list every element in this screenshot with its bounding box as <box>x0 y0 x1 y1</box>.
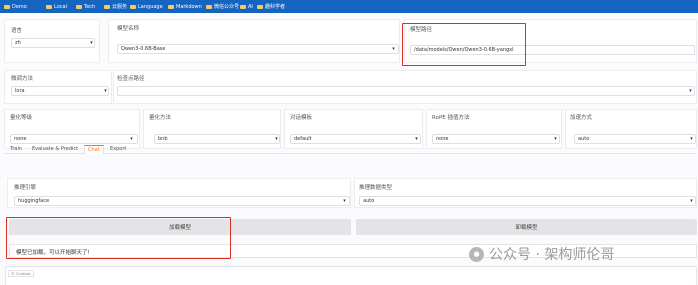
tab-bar: Train Evaluate & Predict Chat Export <box>4 145 696 154</box>
folder-icon <box>206 4 212 9</box>
checkpoint-block: 检查点路径 ▾ <box>113 70 697 104</box>
backend-label: 推理引擎 <box>14 185 37 191</box>
bookmark-cloud[interactable]: 云服务 <box>104 0 127 13</box>
tab-train[interactable]: Train <box>10 145 22 154</box>
language-block: 语言 zh ▾ <box>4 19 100 63</box>
checkpoint-select[interactable] <box>117 86 695 96</box>
bookmark-wechat[interactable]: 微信公众号 <box>206 0 239 13</box>
folder-icon <box>46 4 52 9</box>
chevron-down-icon: ▾ <box>689 87 692 94</box>
backend-value: huggingface <box>18 198 50 204</box>
bookmark-label: Tech <box>84 3 96 10</box>
chevron-down-icon: ▾ <box>690 197 693 204</box>
model-name-select[interactable]: Qwen3-0.6B-Base <box>117 44 399 54</box>
bookmark-tech[interactable]: Tech <box>76 0 95 13</box>
bookmark-science[interactable]: 趣科学者 <box>257 0 285 13</box>
tab-export[interactable]: Export <box>110 145 126 154</box>
language-select[interactable]: zh <box>11 38 95 48</box>
folder-icon <box>104 4 110 9</box>
chevron-down-icon: ▾ <box>690 135 693 142</box>
backend-block: 推理引擎 huggingface ▾ <box>7 178 351 208</box>
rope-block: RoPE 插值方法 none ▾ <box>426 109 562 149</box>
quant-bit-block: 量化等级 none ▾ <box>4 109 140 149</box>
bookmark-language[interactable]: Language <box>130 0 163 13</box>
bookmark-ai[interactable]: AI <box>240 0 253 13</box>
checkpoint-label: 检查点路径 <box>117 76 145 82</box>
template-label: 对话模板 <box>290 115 313 121</box>
bookmark-label: 趣科学者 <box>265 4 286 10</box>
quant-bit-value: none <box>14 136 27 142</box>
rope-value: none <box>436 136 449 142</box>
model-name-block: 模型名称 Qwen3-0.6B-Base ▾ <box>108 19 400 63</box>
dtype-value: auto <box>363 198 375 204</box>
bookmark-label: Local <box>54 3 67 10</box>
dtype-block: 推理数据类型 auto ▾ <box>354 178 697 208</box>
quant-method-value: bnb <box>158 136 168 142</box>
booster-value: auto <box>578 136 590 142</box>
bookmark-label: 微信公众号 <box>214 4 240 10</box>
chevron-down-icon: ▾ <box>275 135 278 142</box>
unload-model-button[interactable]: 卸载模型 <box>356 219 697 235</box>
chevron-down-icon: ▾ <box>104 87 107 94</box>
tab-evaluate-predict[interactable]: Evaluate & Predict <box>32 145 78 154</box>
watermark-text: 公众号 · 架构师伦哥 <box>489 247 615 263</box>
bookmark-label: AI <box>248 3 253 10</box>
quant-method-block: 量化方法 bnb ▾ <box>143 109 281 149</box>
watermark: ● 公众号 · 架构师伦哥 <box>469 245 614 263</box>
backend-select[interactable]: huggingface <box>14 196 350 206</box>
folder-icon <box>76 4 82 9</box>
template-block: 对话模板 default ▾ <box>284 109 423 149</box>
tab-chat[interactable]: Chat <box>84 145 104 154</box>
rope-select[interactable]: none <box>432 134 560 144</box>
chevron-down-icon: ▾ <box>392 45 395 52</box>
folder-icon <box>130 4 136 9</box>
finetune-select[interactable]: lora <box>11 86 109 96</box>
highlight-box-model-path <box>402 23 526 66</box>
chevron-down-icon: ▾ <box>130 135 133 142</box>
folder-icon <box>257 4 263 9</box>
finetune-label: 微调方法 <box>11 76 34 82</box>
bookmark-label: Markdown <box>176 3 202 10</box>
dtype-select[interactable]: auto <box>359 196 696 206</box>
model-name-label: 模型名称 <box>117 26 140 32</box>
booster-select[interactable]: auto <box>574 134 696 144</box>
bookmark-markdown[interactable]: Markdown <box>168 0 202 13</box>
template-select[interactable]: default <box>290 134 421 144</box>
model-name-value: Qwen3-0.6B-Base <box>121 46 166 52</box>
chevron-down-icon: ▾ <box>554 135 557 142</box>
chatbot-panel: ☷ Chatbot <box>5 266 697 285</box>
chevron-down-icon: ▾ <box>343 197 346 204</box>
finetune-block: 微调方法 lora ▾ <box>4 70 112 104</box>
rope-label: RoPE 插值方法 <box>432 115 470 121</box>
bookmark-label: 云服务 <box>112 4 128 10</box>
quant-bit-select[interactable]: none <box>10 134 138 144</box>
quant-bit-label: 量化等级 <box>10 115 33 121</box>
chevron-down-icon: ▾ <box>415 135 418 142</box>
folder-icon <box>168 4 174 9</box>
folder-icon <box>240 4 246 9</box>
chatbot-label: ☷ Chatbot <box>8 270 34 277</box>
booster-block: 加速方式 auto ▾ <box>565 109 697 149</box>
bookmark-label: Language <box>138 3 163 10</box>
dtype-label: 推理数据类型 <box>359 185 393 191</box>
chevron-down-icon: ▾ <box>90 39 93 46</box>
bookmark-demo[interactable]: Demo <box>4 0 27 13</box>
wechat-icon: ● <box>469 246 484 262</box>
highlight-box-load <box>6 217 231 259</box>
bookmark-local[interactable]: Local <box>46 0 67 13</box>
quant-method-label: 量化方法 <box>149 115 172 121</box>
language-label: 语言 <box>11 28 23 34</box>
booster-label: 加速方式 <box>570 115 593 121</box>
quant-method-select[interactable]: bnb <box>154 134 280 144</box>
bookmarks-bar: Demo Local Tech 云服务 Language Markdown 微信… <box>0 0 698 13</box>
folder-icon <box>4 4 10 9</box>
language-value: zh <box>15 40 21 46</box>
finetune-value: lora <box>15 88 25 94</box>
bookmark-label: Demo <box>12 3 27 10</box>
template-value: default <box>294 136 312 142</box>
